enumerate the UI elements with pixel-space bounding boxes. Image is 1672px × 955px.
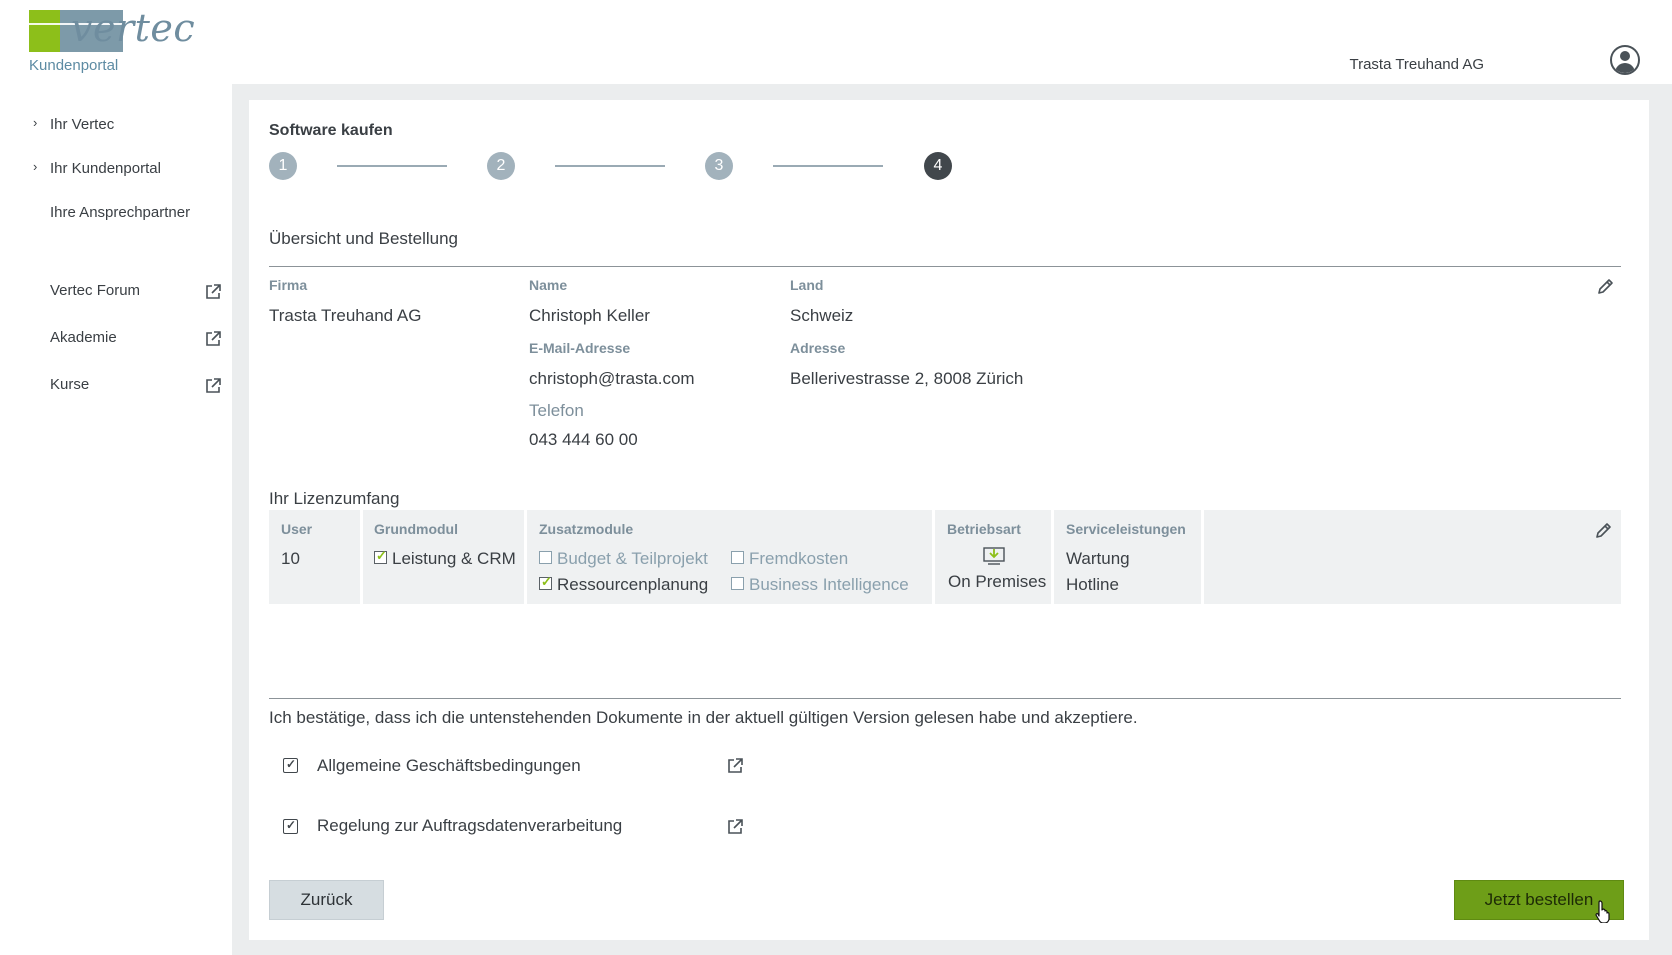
grundmodul-header: Grundmodul (374, 521, 458, 537)
sidebar-link-kurse[interactable]: Kurse (50, 376, 89, 393)
zusatz-checkbox-bi (731, 577, 744, 590)
user-count: 10 (281, 549, 300, 568)
grundmodul-checkbox: ✓ (374, 548, 387, 564)
sidebar-item-ihr-kundenportal[interactable]: Ihr Kundenportal (50, 160, 161, 177)
external-link-icon[interactable] (727, 819, 743, 835)
adresse-value: Bellerivestrasse 2, 8008 Zürich (790, 369, 1024, 388)
on-premises-download-icon (983, 547, 1005, 565)
zusatz-fremdkosten: Fremdkosten (749, 549, 849, 568)
license-title: Ihr Lizenzumfang (269, 489, 400, 508)
chevron-right-icon: › (33, 115, 38, 130)
sidebar-link-akademie[interactable]: Akademie (50, 329, 117, 346)
external-link-icon[interactable] (205, 284, 221, 300)
zusatz-budget: Budget & Teilprojekt (557, 549, 708, 568)
user-avatar-icon[interactable] (1610, 45, 1640, 75)
step-2[interactable]: 2 (487, 152, 515, 180)
telefon-label: Telefon (529, 401, 584, 420)
external-link-icon[interactable] (205, 331, 221, 347)
agb-label: Allgemeine Geschäftsbedingungen (317, 756, 581, 775)
divider (269, 698, 1621, 699)
edit-pencil-icon[interactable] (1594, 522, 1612, 540)
name-value: Christoph Keller (529, 306, 650, 325)
header: vertec Kundenportal Trasta Treuhand AG (0, 0, 1672, 84)
adresse-label: Adresse (790, 340, 846, 356)
land-value: Schweiz (790, 306, 854, 325)
license-empty-cell (1204, 510, 1621, 604)
hand-cursor-icon (1595, 900, 1610, 923)
user-name[interactable]: Trasta Treuhand AG (1349, 56, 1484, 73)
step-connector (555, 165, 665, 167)
back-button[interactable]: Zurück (269, 880, 384, 920)
service-hotline: Hotline (1066, 575, 1119, 594)
external-link-icon[interactable] (205, 378, 221, 394)
user-header: User (281, 521, 313, 537)
land-label: Land (790, 277, 824, 293)
chevron-right-icon: › (33, 159, 38, 174)
zusatz-checkbox-budget (539, 551, 552, 564)
page-title: Software kaufen (269, 122, 393, 139)
zusatz-ressourcen: Ressourcenplanung (557, 575, 709, 594)
logo-text: vertec (71, 6, 196, 50)
zusatz-checkbox-ressourcen: ✓ (539, 574, 552, 590)
step-3[interactable]: 3 (705, 152, 733, 180)
firma-value: Trasta Treuhand AG (269, 306, 422, 325)
zusatz-bi: Business Intelligence (749, 575, 909, 594)
vertec-logo[interactable]: vertec (29, 6, 199, 54)
betriebsart-value: On Premises (948, 572, 1047, 591)
service-header: Serviceleistungen (1066, 521, 1186, 537)
zusatz-checkbox-fremdkosten (731, 551, 744, 564)
sidebar-item-ihr-vertec[interactable]: Ihr Vertec (50, 116, 114, 133)
service-wartung: Wartung (1066, 549, 1130, 568)
external-link-icon[interactable] (727, 758, 743, 774)
name-label: Name (529, 277, 568, 293)
email-value: christoph@trasta.com (529, 369, 695, 388)
firma-label: Firma (269, 277, 308, 293)
divider (269, 266, 1621, 267)
step-4-active[interactable]: 4 (924, 152, 952, 180)
adv-checkbox[interactable]: ✓ (283, 818, 298, 834)
logo-green-block (29, 10, 60, 52)
step-connector (773, 165, 883, 167)
adv-label: Regelung zur Auftragsdatenverarbeitung (317, 816, 623, 835)
portal-label: Kundenportal (29, 57, 119, 74)
telefon-value: 043 444 60 00 (529, 430, 638, 449)
grundmodul-value: Leistung & CRM (392, 549, 516, 568)
email-label: E-Mail-Adresse (529, 340, 631, 356)
step-connector (337, 165, 447, 167)
sidebar-item-ihre-ansprechpartner[interactable]: Ihre Ansprechpartner (50, 204, 190, 221)
overview-title: Übersicht und Bestellung (269, 229, 459, 248)
confirmation-text: Ich bestätige, dass ich die untenstehend… (269, 708, 1138, 727)
betriebsart-header: Betriebsart (947, 521, 1021, 537)
agb-checkbox[interactable]: ✓ (283, 757, 298, 773)
edit-pencil-icon[interactable] (1596, 278, 1614, 296)
zusatz-header: Zusatzmodule (539, 521, 634, 537)
sidebar-link-vertec-forum[interactable]: Vertec Forum (50, 282, 140, 299)
step-1[interactable]: 1 (269, 152, 297, 180)
